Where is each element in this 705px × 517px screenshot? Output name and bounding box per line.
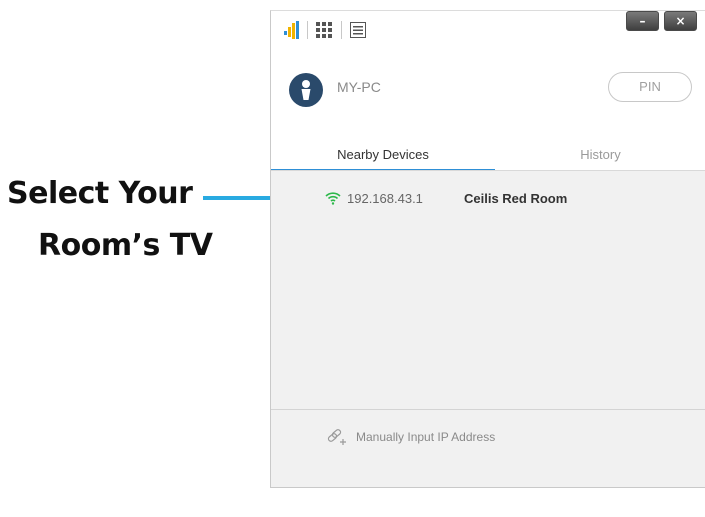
list-icon[interactable] (349, 21, 367, 39)
minimize-button[interactable]: – (626, 11, 659, 31)
pin-button[interactable]: PIN (608, 72, 692, 102)
link-add-icon (327, 429, 346, 445)
tab-nearby-devices[interactable]: Nearby Devices (271, 147, 495, 171)
footer-panel: Manually Input IP Address (271, 410, 705, 487)
device-ip-address: 192.168.43.1 (347, 191, 423, 206)
tab-history[interactable]: History (495, 147, 705, 171)
grid-icon[interactable] (315, 21, 333, 39)
screenshot-stage: Select Your Room’s TV – × MY-PC PIN Near… (0, 0, 705, 517)
toolbar-divider (307, 21, 308, 39)
callout-text-line-2: Room’s TV (38, 228, 213, 263)
local-device-name: MY-PC (337, 79, 381, 95)
list-item[interactable]: 192.168.43.1 Ceilis Red Room (271, 185, 705, 211)
toolbar-divider (341, 21, 342, 39)
device-list: 192.168.43.1 Ceilis Red Room (271, 171, 705, 409)
callout-text-line-1: Select Your (7, 176, 193, 211)
title-bar: – × (271, 11, 705, 51)
close-button[interactable]: × (664, 11, 697, 31)
keyhole-icon (289, 73, 323, 107)
signal-bars-icon[interactable] (283, 21, 301, 39)
device-name: Ceilis Red Room (464, 191, 568, 206)
manual-ip-label: Manually Input IP Address (356, 430, 496, 444)
app-window: – × MY-PC PIN Nearby Devices History 192… (270, 10, 705, 488)
wifi-icon (325, 192, 341, 205)
